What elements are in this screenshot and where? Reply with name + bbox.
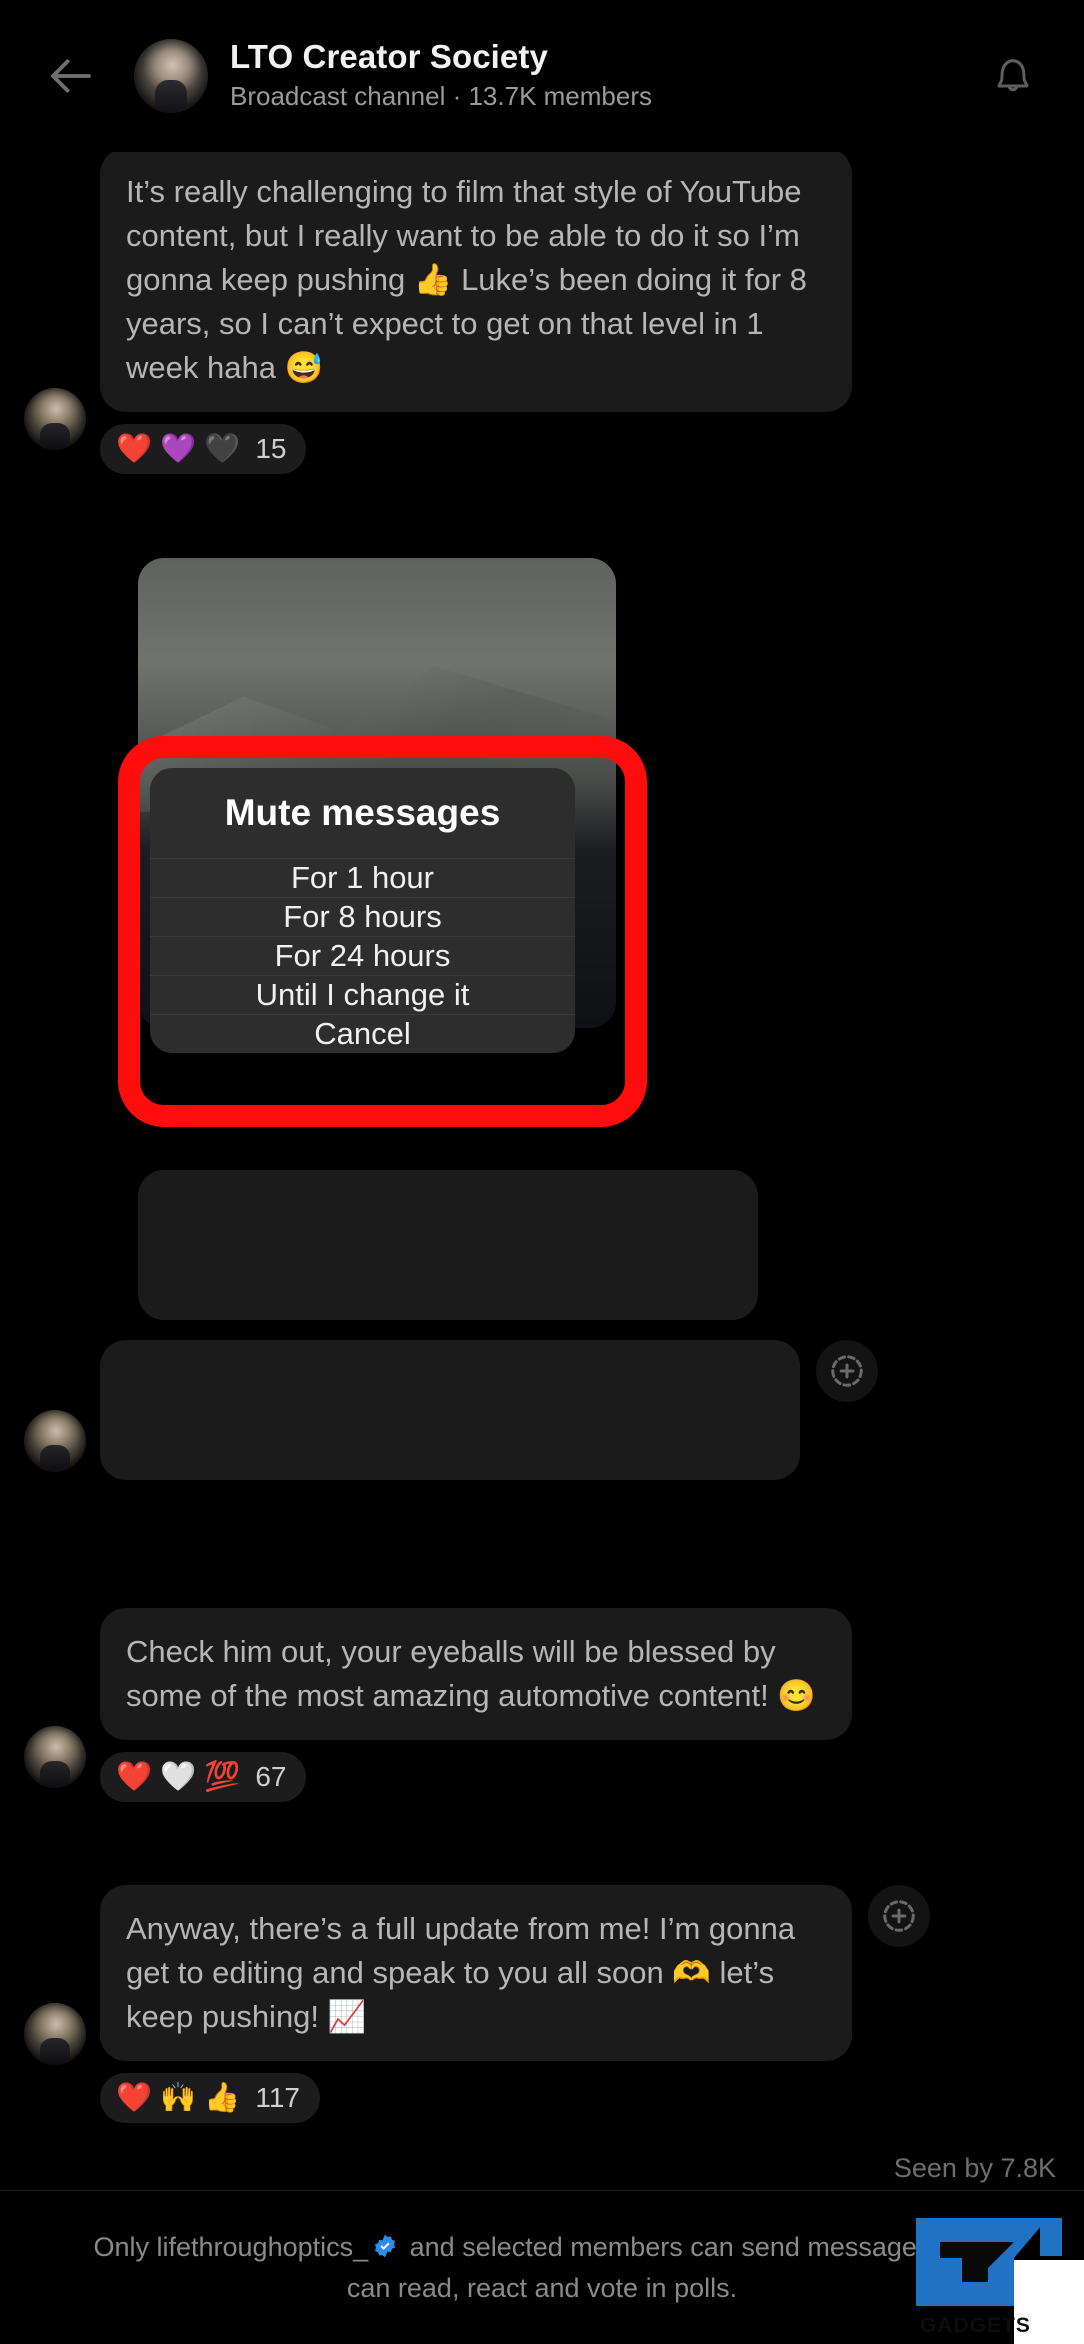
avatar (24, 2003, 86, 2065)
bell-icon (997, 59, 1029, 92)
verified-badge-icon (375, 2234, 396, 2258)
footer-bar: Only lifethroughoptics_ and selected mem… (0, 2190, 1084, 2344)
notifications-button[interactable] (970, 33, 1056, 119)
footer-text-after: and selected members can send messages. … (346, 2232, 991, 2303)
message-row[interactable]: It’s really challenging to film that sty… (24, 148, 852, 475)
avatar (24, 388, 86, 450)
reaction-count: 15 (255, 433, 287, 465)
add-reaction-button[interactable] (868, 1885, 930, 1947)
reaction-emoji-purple-heart: 💜 (160, 432, 197, 465)
message-bubble[interactable] (100, 1340, 800, 1480)
seen-by-label: Seen by 7.8K (893, 2153, 1056, 2183)
cancel-button[interactable]: Cancel (150, 1014, 575, 1053)
channel-title[interactable]: LTO Creator Society (230, 38, 970, 76)
reaction-emoji-heart: ❤️ (116, 432, 153, 465)
reaction-emoji-heart: ❤️ (116, 1760, 153, 1793)
mute-messages-dialog[interactable]: Mute messages For 1 hour For 8 hours For… (150, 768, 575, 1053)
footer-restriction-text: Only lifethroughoptics_ and selected mem… (72, 2227, 1012, 2308)
mute-option-1-hour[interactable]: For 1 hour (150, 858, 575, 897)
avatar (24, 1410, 86, 1472)
message-bubble[interactable]: Check him out, your eyeballs will be ble… (100, 1608, 852, 1741)
footer-text-before: Only lifethroughoptics_ (93, 2232, 369, 2262)
channel-header: LTO Creator Society Broadcast channel · … (0, 0, 1084, 152)
message-bubble[interactable]: Anyway, there’s a full update from me! I… (100, 1885, 852, 2062)
message-bubble[interactable]: It’s really challenging to film that sty… (100, 148, 852, 413)
mute-option-24-hours[interactable]: For 24 hours (150, 936, 575, 975)
message-row[interactable]: Check him out, your eyeballs will be ble… (24, 1608, 852, 1803)
reaction-badge[interactable]: ❤️ 🙌 👍 117 (100, 2073, 320, 2124)
chat-scroll-area[interactable]: It’s really challenging to film that sty… (0, 0, 1084, 2180)
message-row[interactable] (138, 1170, 758, 1320)
reaction-emoji-heart: ❤️ (116, 2081, 153, 2114)
mute-option-8-hours[interactable]: For 8 hours (150, 897, 575, 936)
add-reaction-button[interactable] (816, 1340, 878, 1402)
message-row[interactable] (24, 1340, 878, 1480)
reaction-emoji-white-heart: 🤍 (160, 1760, 197, 1793)
back-button[interactable] (28, 33, 114, 119)
reaction-emoji-raised-hands: 🙌 (160, 2081, 197, 2114)
reaction-count: 117 (255, 2082, 300, 2114)
reaction-emoji-hundred: 💯 (204, 1760, 241, 1793)
dialog-title: Mute messages (224, 792, 501, 833)
back-arrow-icon (51, 59, 91, 93)
mute-option-until-i-change-it[interactable]: Until I change it (150, 975, 575, 1014)
reaction-count: 67 (255, 1761, 287, 1793)
reaction-badge[interactable]: ❤️ 🤍 💯 67 (100, 1752, 307, 1803)
channel-avatar[interactable] (134, 39, 208, 113)
reaction-emoji-thumbs-up: 👍 (204, 2081, 241, 2114)
reaction-emoji-black-heart: 🖤 (204, 432, 241, 465)
reaction-badge[interactable]: ❤️ 💜 🖤 15 (100, 424, 307, 475)
message-bubble[interactable] (138, 1170, 758, 1320)
message-row[interactable]: Anyway, there’s a full update from me! I… (24, 1885, 930, 2124)
avatar (24, 1726, 86, 1788)
channel-subtitle: Broadcast channel · 13.7K members (230, 81, 652, 112)
